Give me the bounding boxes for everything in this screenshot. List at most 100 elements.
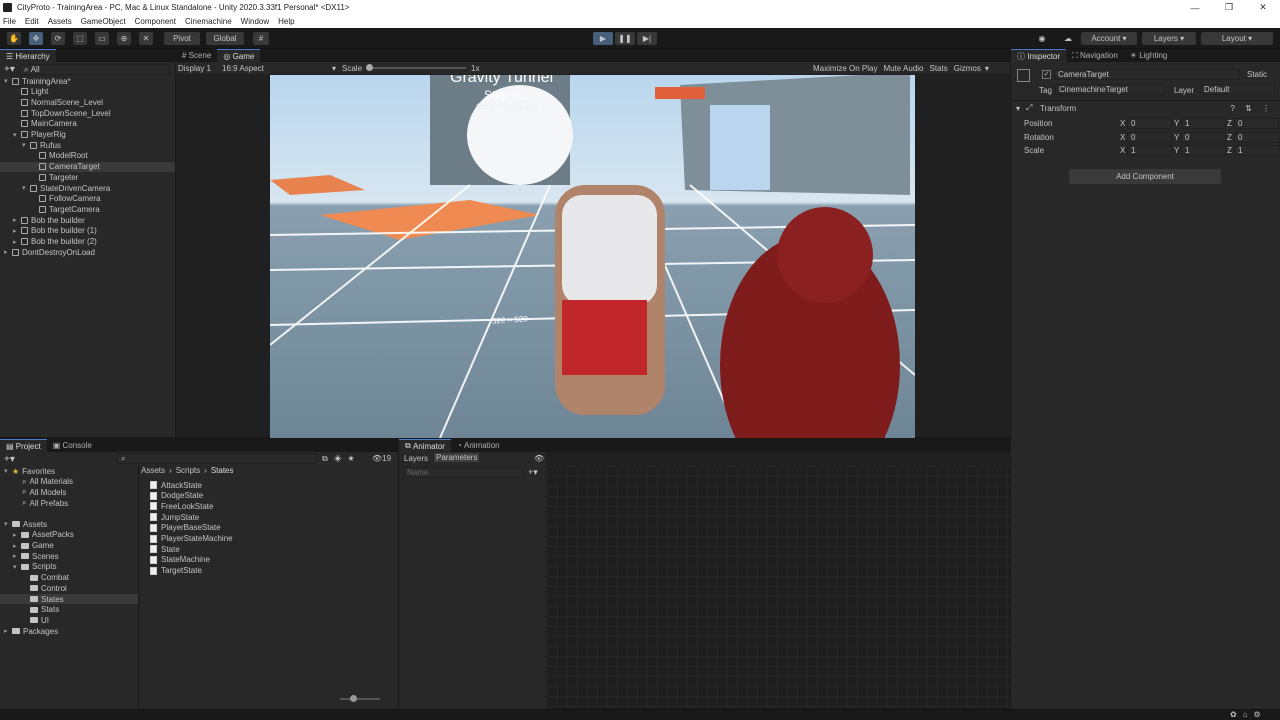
script-file-item[interactable]: DodgeState <box>150 491 203 501</box>
hierarchy-item[interactable]: NormalScene_Level <box>0 97 175 107</box>
layout-dropdown[interactable]: Layout ▾ <box>1201 32 1273 45</box>
menu-window[interactable]: Window <box>241 17 269 26</box>
menu-assets[interactable]: Assets <box>48 17 72 26</box>
tag-dropdown[interactable]: CinemachineTarget <box>1055 84 1165 95</box>
favorite-item[interactable]: ⌕ All Models <box>22 487 66 497</box>
animator-graph[interactable] <box>547 466 1010 709</box>
hand-tool-icon[interactable]: ✋ <box>7 32 21 45</box>
tab-animation[interactable]: ◔ Animation <box>451 439 506 452</box>
scale-tool-icon[interactable]: ⬚ <box>73 32 87 45</box>
add-parameter-icon[interactable]: +▾ <box>528 467 538 478</box>
breadcrumb-scripts[interactable]: Scripts <box>176 466 200 475</box>
parameter-search-input[interactable]: Name <box>403 467 523 478</box>
move-tool-icon[interactable]: ✥ <box>29 32 43 45</box>
tab-scene[interactable]: # Scene <box>176 49 217 62</box>
play-button-icon[interactable]: ▶ <box>593 32 613 45</box>
transform-y-field[interactable]: 1 <box>1181 118 1226 129</box>
component-menu-icon[interactable]: ? ⇅ ⋮ <box>1230 104 1274 113</box>
transform-x-field[interactable]: 0 <box>1127 118 1172 129</box>
hierarchy-item[interactable]: MainCamera <box>0 119 175 129</box>
step-button-icon[interactable]: ▶| <box>637 32 657 45</box>
script-file-item[interactable]: FreeLookState <box>150 501 213 511</box>
transform-header[interactable]: ▾ ⤢ Transform ? ⇅ ⋮ <box>1011 100 1280 115</box>
rect-tool-icon[interactable]: ▭ <box>95 32 109 45</box>
folder-arrow-icon[interactable]: ▾ <box>13 563 21 571</box>
script-file-item[interactable]: TargetState <box>150 566 202 576</box>
game-viewport[interactable]: Gravity Tunnel Step in... (but try not g… <box>270 75 915 438</box>
static-toggle[interactable]: Static <box>1247 70 1267 79</box>
script-file-item[interactable]: PlayerStateMachine <box>150 534 233 544</box>
eye-icon[interactable]: 👁 <box>534 454 544 463</box>
transform-x-field[interactable]: 0 <box>1127 131 1172 143</box>
maximize-icon[interactable]: ❐ <box>1212 2 1246 13</box>
aspect-dropdown[interactable]: 16:9 Aspect <box>222 64 332 73</box>
collapse-arrow-icon[interactable]: ▸ <box>13 238 21 246</box>
layers-dropdown[interactable]: Layers ▾ <box>1142 32 1196 45</box>
folder-item[interactable]: ▸ Game <box>0 541 138 551</box>
status-icons[interactable]: ✿⌂⚙ <box>1230 710 1267 719</box>
transform-tool-icon[interactable]: ⊕ <box>117 32 131 45</box>
tab-animator[interactable]: ⧉ Animator <box>399 439 451 452</box>
folder-arrow-icon[interactable]: ▸ <box>13 542 21 550</box>
transform-y-field[interactable]: 1 <box>1181 145 1226 156</box>
hierarchy-item[interactable]: Targeter <box>0 172 175 182</box>
gizmos-arrow-icon[interactable]: ▾ <box>985 64 989 73</box>
breadcrumb-assets[interactable]: Assets <box>141 466 165 475</box>
object-name-field[interactable]: CameraTarget <box>1054 69 1240 80</box>
transform-z-field[interactable]: 0 <box>1234 118 1279 129</box>
folder-arrow-icon[interactable]: ▸ <box>13 531 21 539</box>
foldout-arrow-icon[interactable]: ▾ <box>1016 104 1026 113</box>
global-button[interactable]: Global <box>206 32 244 45</box>
hierarchy-item[interactable]: ▾ PlayerRig <box>0 130 175 140</box>
hierarchy-item[interactable]: TargetCamera <box>0 204 175 214</box>
collapse-arrow-icon[interactable]: ▸ <box>4 248 12 256</box>
folder-item[interactable]: UI <box>0 615 138 625</box>
hierarchy-item[interactable]: ▸ Bob the builder (2) <box>0 237 175 247</box>
tab-project[interactable]: ▤ Project <box>0 439 47 452</box>
tab-lighting[interactable]: ☀ Lighting <box>1124 49 1173 62</box>
hierarchy-item[interactable]: ▾ TrainingArea* <box>0 76 175 86</box>
hierarchy-item[interactable]: TopDownScene_Level <box>0 108 175 118</box>
script-file-item[interactable]: AttackState <box>150 480 202 490</box>
pause-button-icon[interactable]: ❚❚ <box>615 32 635 45</box>
hierarchy-item[interactable]: CameraTarget <box>0 161 175 172</box>
hierarchy-item[interactable]: ▾ StateDrivenCamera <box>0 183 175 193</box>
cloud-icon[interactable]: ☁ <box>1061 32 1075 45</box>
hierarchy-item[interactable]: ModelRoot <box>0 151 175 161</box>
folder-item[interactable]: Stats <box>0 605 138 615</box>
hierarchy-item[interactable]: ▸ DontDestroyOnLoad <box>0 247 175 257</box>
packages-header[interactable]: ▸ Packages <box>4 626 58 636</box>
menu-edit[interactable]: Edit <box>25 17 39 26</box>
expand-arrow-icon[interactable]: ▾ <box>4 520 12 528</box>
icon-size-handle[interactable] <box>350 695 357 702</box>
stats-toggle[interactable]: Stats <box>930 64 948 73</box>
expand-arrow-icon[interactable]: ▾ <box>22 141 30 149</box>
tab-console[interactable]: ▣ Console <box>47 439 98 452</box>
favorite-item[interactable]: ⌕ All Materials <box>22 477 73 487</box>
add-icon[interactable]: +▾ <box>4 64 15 75</box>
project-filter-icons[interactable]: ⧉◈★ <box>322 454 360 464</box>
script-file-item[interactable]: PlayerBaseState <box>150 523 221 533</box>
scale-slider[interactable] <box>366 64 466 71</box>
tab-inspector[interactable]: ⓘ Inspector <box>1011 49 1067 62</box>
transform-y-field[interactable]: 0 <box>1181 131 1226 143</box>
active-checkbox[interactable]: ✓ <box>1042 70 1051 79</box>
collapse-arrow-icon[interactable]: ▸ <box>4 627 12 635</box>
favorites-header[interactable]: ▾ ★ Favorites <box>4 466 55 476</box>
expand-arrow-icon[interactable]: ▾ <box>22 184 30 192</box>
menu-component[interactable]: Component <box>135 17 176 26</box>
folder-item[interactable]: Control <box>0 583 138 593</box>
folder-arrow-icon[interactable]: ▸ <box>13 552 21 560</box>
folder-item[interactable]: States <box>0 594 138 604</box>
project-add-icon[interactable]: +▾ <box>4 454 15 465</box>
add-component-button[interactable]: Add Component <box>1069 169 1221 184</box>
assets-header[interactable]: ▾ Assets <box>4 519 47 529</box>
script-file-item[interactable]: StateMachine <box>150 555 210 565</box>
folder-item[interactable]: Combat <box>0 573 138 583</box>
layer-dropdown[interactable]: Default <box>1200 84 1275 95</box>
hierarchy-item[interactable]: Light <box>0 87 175 97</box>
custom-tool-icon[interactable]: ✕ <box>139 32 153 45</box>
menu-gameobject[interactable]: GameObject <box>81 17 126 26</box>
script-file-item[interactable]: JumpState <box>150 512 199 522</box>
transform-z-field[interactable]: 1 <box>1234 145 1279 156</box>
